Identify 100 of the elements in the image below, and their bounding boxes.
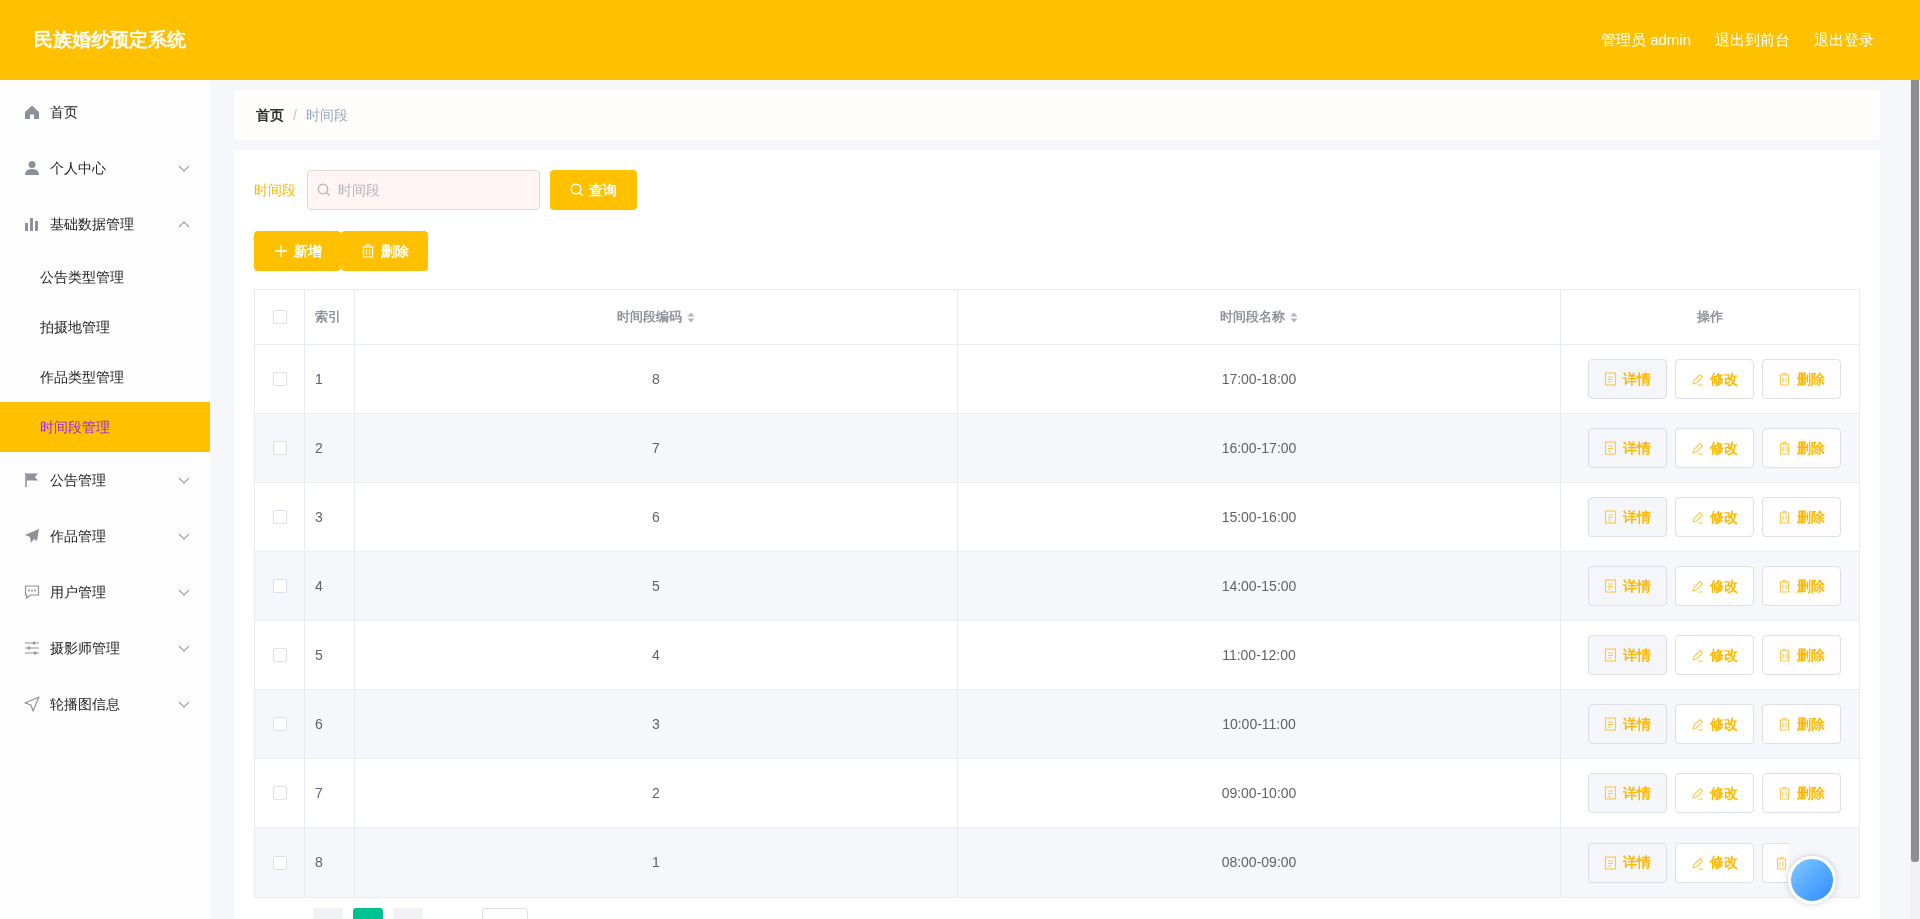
detail-button[interactable]: 详情	[1587, 635, 1667, 675]
delete-button[interactable]: 删除	[1761, 497, 1841, 537]
detail-button[interactable]: 详情	[1587, 704, 1667, 744]
table-cell-text: 8	[315, 853, 323, 872]
scroll-bar[interactable]	[1910, 80, 1920, 919]
search-button[interactable]: 查询	[550, 170, 637, 210]
chevron-down-icon	[178, 700, 190, 708]
chevron-down-icon	[178, 644, 190, 652]
table-cell-text: 5	[652, 576, 660, 596]
table-cell-text: 7	[652, 438, 660, 458]
table-cell-text: 3	[652, 714, 660, 734]
delete-button[interactable]: 删除	[1761, 566, 1841, 606]
edit-button[interactable]: 修改	[1674, 842, 1754, 883]
document-icon	[1603, 510, 1617, 524]
delete-button[interactable]: 删除	[1761, 359, 1841, 399]
sidebar-item[interactable]: 首页	[0, 84, 210, 140]
sidebar-item[interactable]: 公告管理	[0, 452, 210, 508]
detail-button[interactable]: 详情	[1587, 428, 1667, 468]
table-cell-text: 5	[315, 645, 323, 665]
checkbox[interactable]	[272, 855, 287, 870]
sort-icon	[687, 311, 695, 323]
edit-button[interactable]: 修改	[1674, 566, 1754, 606]
edit-button[interactable]: 修改	[1674, 635, 1754, 675]
checkbox[interactable]	[272, 579, 287, 593]
delete-button[interactable]: 删除	[1761, 773, 1841, 813]
search-field[interactable]: 时间段	[307, 170, 540, 210]
checkbox[interactable]	[272, 310, 287, 324]
sidebar-subitem[interactable]: 拍摄地管理	[0, 302, 210, 352]
checkbox[interactable]	[272, 372, 287, 386]
table-cell-text: 10:00-11:00	[1222, 714, 1296, 734]
sidebar-subitem[interactable]: 作品类型管理	[0, 352, 210, 402]
checkbox[interactable]	[272, 510, 287, 524]
chevron-down-icon	[178, 532, 190, 540]
delete-button[interactable]: 删除	[341, 231, 428, 271]
checkbox[interactable]	[272, 717, 287, 731]
breadcrumb-link[interactable]: 首页	[256, 104, 284, 126]
detail-button[interactable]: 详情	[1587, 359, 1667, 399]
delete-button[interactable]: 删除	[1761, 635, 1841, 675]
table-cell-text: 8	[652, 369, 660, 389]
sidebar-subitem[interactable]: 时间段管理	[0, 402, 210, 452]
chevron-up-icon	[178, 220, 190, 228]
table-cell-text: 15:00-16:00	[1221, 507, 1297, 527]
table-cell-text: 17:00-18:00	[1221, 369, 1297, 389]
edit-button[interactable]: 修改	[1674, 428, 1754, 468]
trash-icon	[1777, 510, 1791, 524]
checkbox[interactable]	[272, 648, 287, 662]
checkbox[interactable]	[272, 441, 287, 455]
chevron-down-icon	[178, 164, 190, 172]
column-header[interactable]: 时间段编码	[617, 307, 695, 327]
document-icon	[1603, 648, 1617, 662]
header-link[interactable]: 管理员 admin	[1600, 28, 1691, 52]
table-cell-text: 09:00-10:00	[1221, 783, 1297, 803]
column-header[interactable]: 时间段名称	[1220, 307, 1298, 327]
table-cell-text: 4	[315, 576, 323, 596]
delete-button[interactable]	[1761, 842, 1789, 883]
detail-button[interactable]: 详情	[1587, 842, 1667, 883]
detail-button[interactable]: 详情	[1587, 773, 1667, 813]
table-cell-text: 6	[652, 507, 660, 527]
edit-button[interactable]: 修改	[1674, 497, 1754, 537]
chevron-down-icon	[178, 588, 190, 596]
pencil-icon	[1690, 648, 1704, 662]
sidebar-subitem[interactable]: 公告类型管理	[0, 252, 210, 302]
app-title: 民族婚纱预定系统	[34, 27, 186, 52]
header-link[interactable]: 退出登录	[1814, 28, 1874, 52]
detail-button[interactable]: 详情	[1587, 566, 1667, 606]
trash-icon	[1777, 372, 1791, 386]
header-link[interactable]: 退出到前台	[1715, 28, 1790, 52]
table-cell-text: 08:00-09:00	[1221, 853, 1297, 872]
table-cell-text: 1	[652, 853, 660, 872]
sliders-icon	[24, 640, 40, 656]
navigation-arrow-icon	[24, 696, 40, 712]
home-icon	[24, 104, 40, 120]
chevron-down-icon	[178, 476, 190, 484]
column-header: 操作	[1697, 308, 1723, 327]
document-icon	[1603, 855, 1617, 870]
table-cell-text: 14:00-15:00	[1221, 576, 1297, 596]
sidebar-item[interactable]: 基础数据管理	[0, 196, 210, 252]
sidebar-item[interactable]: 用户管理	[0, 564, 210, 620]
edit-button[interactable]: 修改	[1674, 773, 1754, 813]
sort-icon	[1290, 311, 1298, 323]
sidebar-item[interactable]: 轮播图信息	[0, 676, 210, 732]
edit-button[interactable]: 修改	[1674, 359, 1754, 399]
checkbox[interactable]	[272, 786, 287, 800]
column-header: 索引	[315, 308, 341, 327]
sidebar-item[interactable]: 个人中心	[0, 140, 210, 196]
table-cell-text: 3	[315, 507, 323, 527]
edit-button[interactable]: 修改	[1674, 704, 1754, 744]
delete-button[interactable]: 删除	[1761, 428, 1841, 468]
table-cell-text: 1	[315, 369, 323, 389]
trash-icon	[1777, 648, 1791, 662]
detail-button[interactable]: 详情	[1587, 497, 1667, 537]
table-cell-text: 11:00-12:00	[1222, 645, 1296, 665]
pencil-icon	[1690, 372, 1704, 386]
table-cell-text: 6	[315, 714, 323, 734]
sidebar-item[interactable]: 摄影师管理	[0, 620, 210, 676]
delete-button[interactable]: 删除	[1761, 704, 1841, 744]
flag-icon	[24, 472, 40, 488]
document-icon	[1603, 579, 1617, 593]
sidebar-item[interactable]: 作品管理	[0, 508, 210, 564]
add-button[interactable]: 新增	[254, 231, 341, 271]
